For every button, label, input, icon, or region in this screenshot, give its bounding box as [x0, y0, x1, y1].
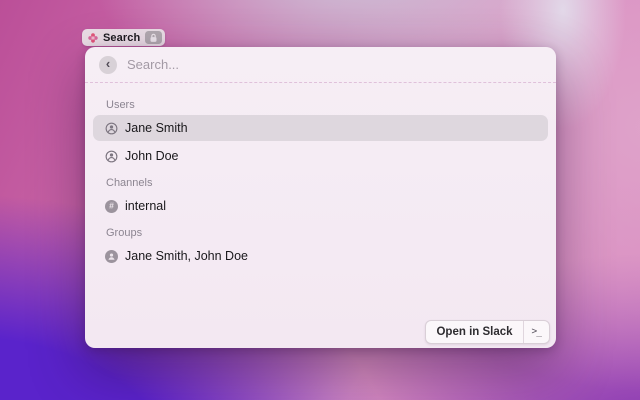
- hash-icon: #: [105, 199, 118, 213]
- open-in-slack-button[interactable]: Open in Slack >_: [425, 320, 550, 344]
- open-in-slack-label: Open in Slack: [436, 326, 513, 338]
- people-icon: [105, 249, 118, 263]
- list-item-label: internal: [125, 199, 166, 213]
- chevron-left-icon: ‹: [105, 56, 111, 71]
- list-item-label: Jane Smith, John Doe: [125, 249, 248, 263]
- back-button[interactable]: ‹: [99, 55, 117, 74]
- list-item-user[interactable]: John Doe: [93, 143, 548, 169]
- section-label-channels: Channels: [106, 177, 153, 189]
- search-input[interactable]: [125, 56, 542, 73]
- list-item-group[interactable]: Jane Smith, John Doe: [93, 243, 548, 269]
- search-bar: ‹: [85, 47, 556, 83]
- section-label-groups: Groups: [106, 227, 143, 239]
- lock-icon: [145, 31, 163, 44]
- search-panel: ‹ Users Jane Smith: [85, 47, 556, 348]
- list-item-user[interactable]: Jane Smith: [93, 115, 548, 141]
- chip-label: Search: [103, 31, 141, 44]
- flower-icon: [88, 32, 98, 43]
- person-icon: [105, 122, 118, 135]
- action-bar: Open in Slack >_: [425, 320, 550, 344]
- section-label-users: Users: [106, 99, 135, 111]
- person-icon: [105, 150, 118, 163]
- terminal-prompt-icon: >_: [522, 321, 549, 343]
- list-item-label: John Doe: [125, 149, 179, 163]
- list-item-channel[interactable]: # internal: [93, 193, 548, 219]
- results-list: Users Jane Smith John Doe Channels # int…: [85, 83, 556, 269]
- list-item-label: Jane Smith: [125, 121, 188, 135]
- search-app-chip[interactable]: Search: [82, 29, 166, 46]
- desktop-wallpaper: Search ‹ Users: [0, 0, 640, 400]
